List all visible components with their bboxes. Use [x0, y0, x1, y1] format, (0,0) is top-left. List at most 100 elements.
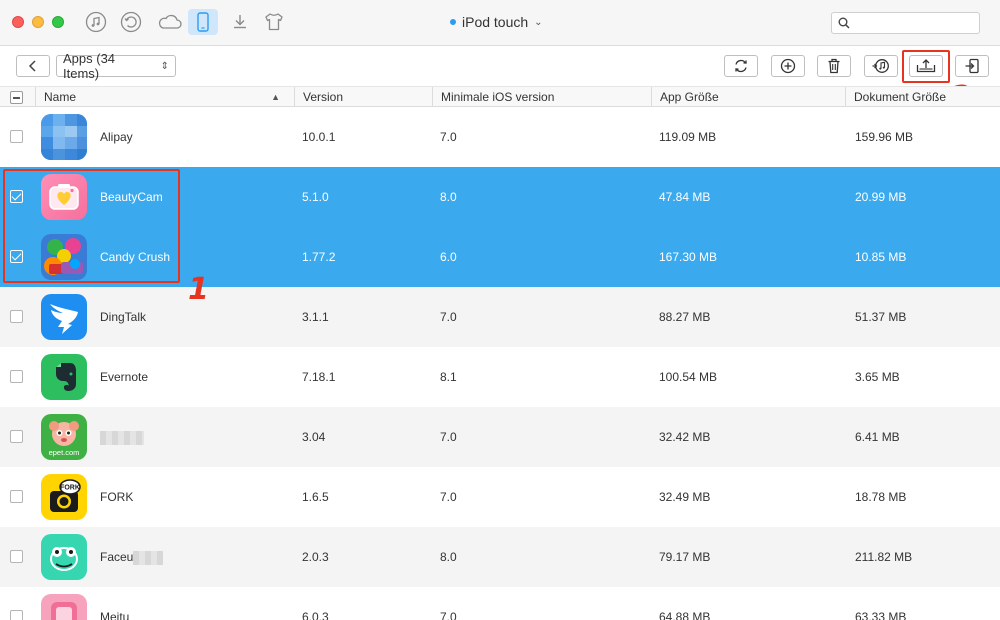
app-version: 2.0.3: [302, 550, 329, 564]
cloud-icon[interactable]: [156, 10, 184, 34]
search-icon: [838, 17, 850, 29]
updown-chevron-icon: ⇕: [160, 60, 169, 72]
chevron-left-icon: [28, 60, 36, 72]
row-checkbox[interactable]: [10, 490, 23, 503]
table-row[interactable]: DingTalk 3.1.1 7.0 88.27 MB 51.37 MB: [0, 287, 1000, 347]
delete-button[interactable]: [817, 55, 851, 77]
search-box[interactable]: [831, 12, 980, 34]
redaction-blur: [100, 430, 144, 445]
app-version: 7.18.1: [302, 370, 336, 384]
app-size: 32.42 MB: [659, 430, 711, 444]
doc-size: 211.82 MB: [855, 550, 913, 564]
annotation-label-1: 1: [188, 272, 209, 307]
app-size: 79.17 MB: [659, 550, 711, 564]
search-input[interactable]: [854, 15, 974, 31]
table-header: Name ▲ Version Minimale iOS version App …: [0, 86, 1000, 107]
music-icon[interactable]: [84, 10, 108, 34]
table-row[interactable]: Faceu 2.0.3 8.0 79.17 MB 211.82 MB: [0, 527, 1000, 587]
column-header-min-ios[interactable]: Minimale iOS version: [432, 87, 651, 107]
app-min-ios: 7.0: [440, 130, 457, 144]
column-header-name[interactable]: Name ▲: [35, 87, 294, 107]
annotation-highlight-box: [902, 50, 950, 83]
refresh-icon: [735, 59, 747, 73]
add-icon: [780, 58, 796, 74]
add-button[interactable]: [771, 55, 805, 77]
app-size: 47.84 MB: [659, 190, 711, 204]
app-name: DingTalk: [100, 310, 147, 324]
table-row[interactable]: FORK FORK 1.6.5 7.0 32.49 MB 18.78 MB: [0, 467, 1000, 527]
connected-dot-icon: [450, 19, 456, 25]
doc-size: 18.78 MB: [855, 490, 907, 504]
app-min-ios: 8.0: [440, 550, 457, 564]
faceu-app-icon: [41, 534, 87, 580]
row-checkbox[interactable]: [10, 430, 23, 443]
doc-size: 159.96 MB: [855, 130, 914, 144]
row-checkbox[interactable]: [10, 370, 23, 383]
table-row[interactable]: Evernote 7.18.1 8.1 100.54 MB 3.65 MB: [0, 347, 1000, 407]
category-select[interactable]: Apps (34 Items) ⇕: [56, 51, 176, 81]
close-window-button[interactable]: [12, 16, 24, 28]
download-icon[interactable]: [228, 10, 252, 34]
history-icon[interactable]: [119, 10, 143, 34]
minimize-window-button[interactable]: [32, 16, 44, 28]
svg-text:FORK: FORK: [60, 485, 80, 492]
send-to-device-button[interactable]: [955, 55, 989, 77]
column-header-app-size[interactable]: App Größe: [651, 87, 845, 107]
maximize-window-button[interactable]: [52, 16, 64, 28]
app-version: 3.1.1: [302, 310, 329, 324]
device-icon[interactable]: [188, 9, 218, 35]
row-checkbox[interactable]: [10, 310, 23, 323]
app-version: 5.1.0: [302, 190, 329, 204]
evernote-app-icon: [41, 354, 87, 400]
doc-size: 3.65 MB: [855, 370, 900, 384]
app-size: 119.09 MB: [659, 130, 717, 144]
refresh-button[interactable]: [724, 55, 758, 77]
sort-ascending-icon: ▲: [271, 92, 280, 102]
send-to-device-icon: [965, 58, 979, 74]
shirt-icon[interactable]: [262, 10, 286, 34]
app-min-ios: 7.0: [440, 610, 457, 620]
title-bar: iPod touch ⌄: [0, 0, 1000, 46]
row-checkbox[interactable]: [10, 550, 23, 563]
to-itunes-button[interactable]: [864, 55, 898, 77]
back-button[interactable]: [16, 55, 50, 77]
svg-text:epet.com: epet.com: [49, 448, 80, 457]
app-name: Evernote: [100, 370, 149, 384]
app-name-redacted: [100, 407, 144, 467]
table-row[interactable]: epet.com 3.04 7.0 32.42 MB 6.41 MB: [0, 407, 1000, 467]
table-row[interactable]: Meitu 6.0.3 7.0 64.88 MB 63.33 MB: [0, 587, 1000, 620]
doc-size: 63.33 MB: [855, 610, 907, 620]
epet-app-icon: epet.com: [41, 414, 87, 460]
category-label: Apps (34 Items): [63, 51, 116, 81]
app-min-ios: 7.0: [440, 430, 457, 444]
row-checkbox[interactable]: [10, 130, 23, 143]
app-name: Meitu: [100, 610, 130, 620]
meitu-app-icon: [41, 594, 87, 620]
app-version: 3.04: [302, 430, 326, 444]
delete-icon: [828, 58, 840, 74]
app-min-ios: 7.0: [440, 490, 457, 504]
app-name: Faceu: [100, 527, 164, 587]
column-header-version[interactable]: Version: [294, 87, 432, 107]
app-min-ios: 7.0: [440, 310, 457, 324]
app-version: 6.0.3: [302, 610, 329, 620]
alipay-app-icon: [41, 114, 87, 160]
column-header-doc-size[interactable]: Dokument Größe: [845, 87, 1000, 107]
to-itunes-icon: [872, 59, 889, 73]
device-name: iPod touch: [462, 14, 529, 30]
app-name: Alipay: [100, 130, 133, 144]
toolbar: Apps (34 Items) ⇕: [0, 46, 1000, 86]
app-size: 100.54 MB: [659, 370, 718, 384]
doc-size: 20.99 MB: [855, 190, 907, 204]
app-version: 1.77.2: [302, 250, 336, 264]
table-row[interactable]: Alipay 10.0.1 7.0 119.09 MB 159.96 MB: [0, 107, 1000, 167]
dingtalk-app-icon: [41, 294, 87, 340]
annotation-selection-box: [3, 169, 180, 283]
device-selector[interactable]: iPod touch ⌄: [450, 14, 543, 30]
select-all-checkbox[interactable]: [10, 91, 23, 104]
row-checkbox[interactable]: [10, 610, 23, 620]
app-size: 64.88 MB: [659, 610, 711, 620]
app-size: 88.27 MB: [659, 310, 711, 324]
doc-size: 6.41 MB: [855, 430, 900, 444]
app-min-ios: 6.0: [440, 250, 457, 264]
